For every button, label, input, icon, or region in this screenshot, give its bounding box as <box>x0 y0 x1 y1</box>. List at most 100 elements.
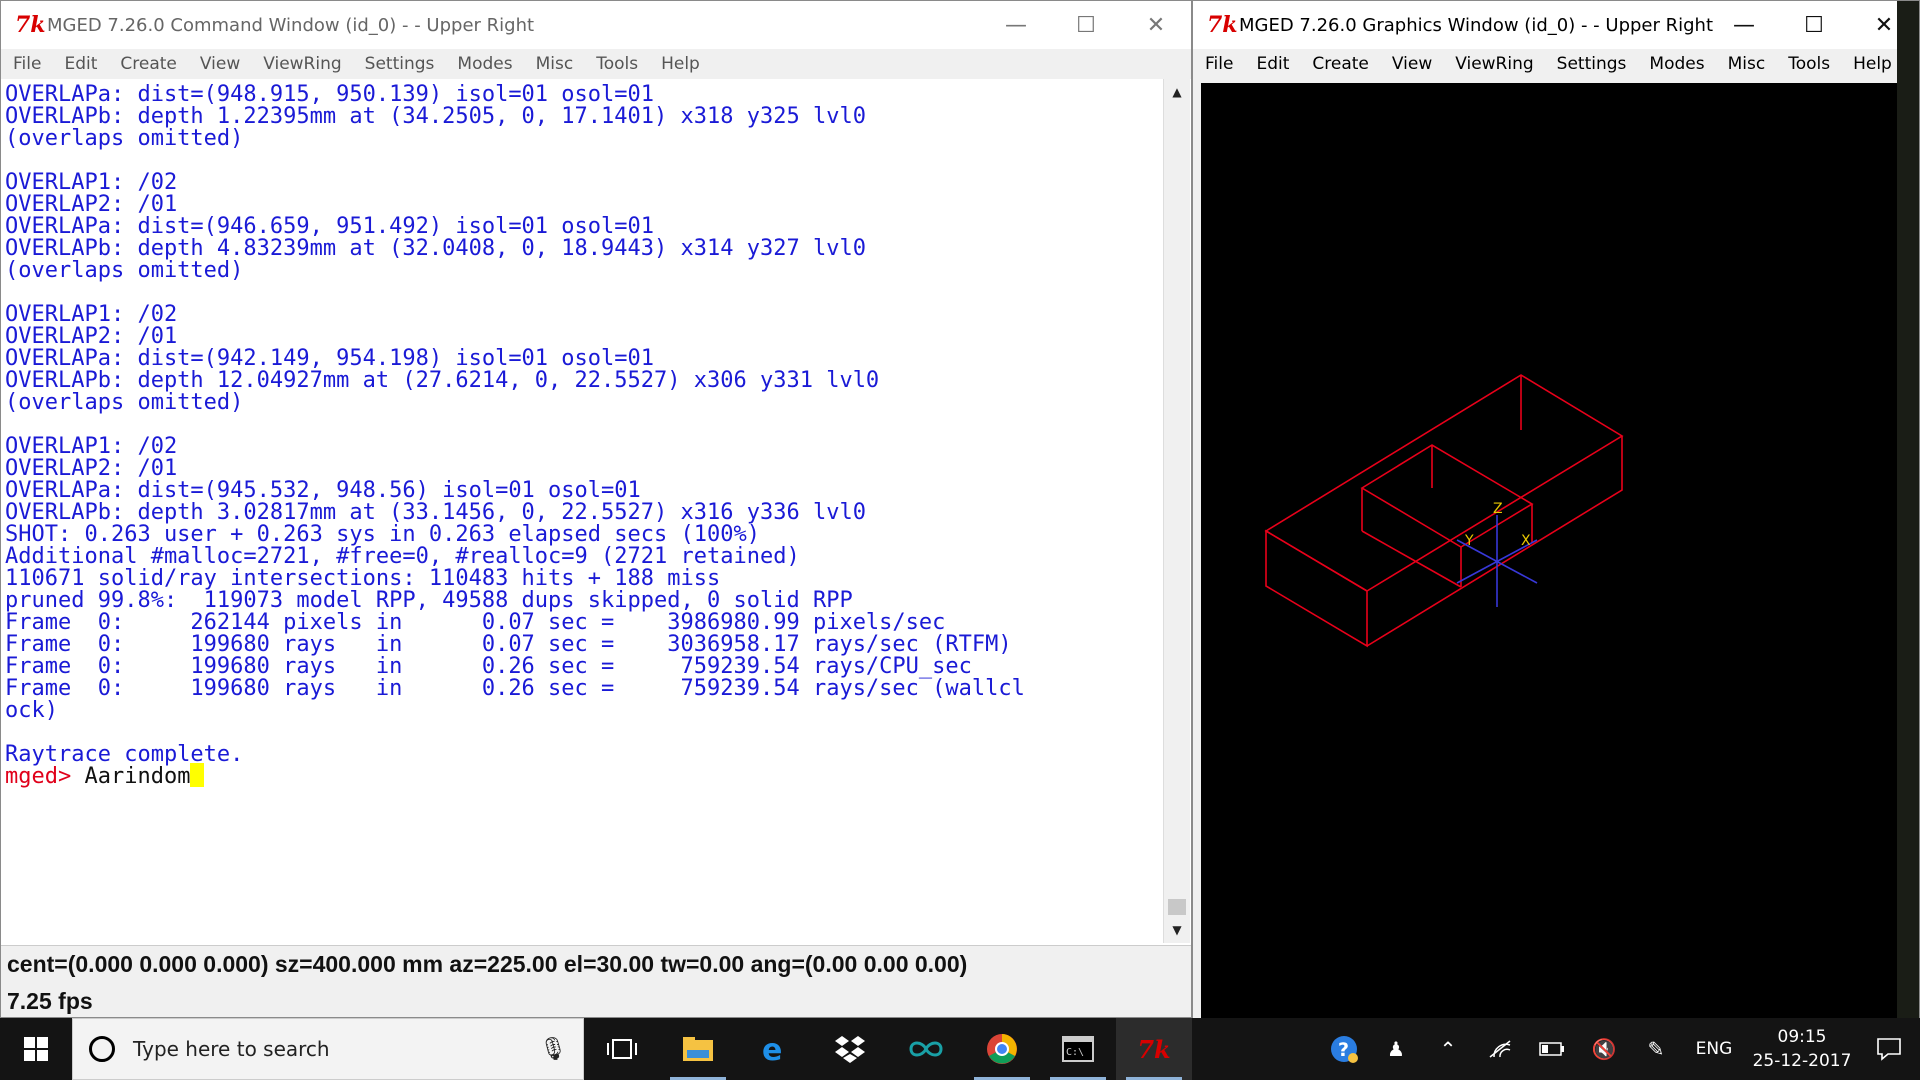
view-status-line: cent=(0.000 0.000 0.000) sz=400.000 mm a… <box>1 945 1191 983</box>
menu-misc[interactable]: Misc <box>1728 54 1766 74</box>
chrome-icon <box>987 1034 1017 1064</box>
pen-workspace-icon[interactable]: ✎ <box>1630 1018 1682 1080</box>
tk-logo-icon: 7k <box>15 12 46 38</box>
close-button[interactable]: ✕ <box>1121 1 1191 49</box>
console-line: Raytrace complete. <box>5 742 244 767</box>
graphics-window-titlebar[interactable]: 7k MGED 7.26.0 Graphics Window (id_0) - … <box>1193 1 1919 49</box>
command-line[interactable]: mged> Aarindom <box>5 763 1161 790</box>
notification-icon <box>1877 1038 1901 1061</box>
dropbox-icon <box>835 1036 865 1063</box>
text-cursor <box>190 763 205 787</box>
clock-time: 09:15 <box>1777 1027 1827 1047</box>
wifi-icon[interactable] <box>1474 1018 1526 1080</box>
menu-edit[interactable]: Edit <box>64 54 97 74</box>
menu-help[interactable]: Help <box>1853 54 1892 74</box>
menu-tools[interactable]: Tools <box>596 54 638 74</box>
taskbar-dropbox[interactable] <box>812 1018 888 1080</box>
console-line: OVERLAPb: depth 12.04927mm at (27.6214, … <box>5 368 880 393</box>
menu-file[interactable]: File <box>1205 54 1233 74</box>
menu-tools[interactable]: Tools <box>1788 54 1830 74</box>
battery-level-icon <box>1539 1042 1564 1056</box>
scroll-thumb[interactable] <box>1168 899 1186 915</box>
svg-text:e: e <box>762 1034 782 1064</box>
minimize-button[interactable]: — <box>1709 1 1779 49</box>
help-circle-icon: ? <box>1331 1036 1358 1063</box>
box1-top-face <box>1264 374 1624 592</box>
menu-view[interactable]: View <box>1392 54 1432 74</box>
z-axis-label: Z <box>1493 501 1503 517</box>
menu-viewring[interactable]: ViewRing <box>263 54 341 74</box>
menu-create[interactable]: Create <box>120 54 177 74</box>
taskbar-terminal[interactable]: C:\ <box>1040 1018 1116 1080</box>
menu-modes[interactable]: Modes <box>1649 54 1704 74</box>
svg-text:?: ? <box>1338 1039 1349 1061</box>
graphics-viewport[interactable]: Z Y X <box>1201 83 1907 1023</box>
microphone-icon[interactable]: 🎙 <box>539 1037 567 1062</box>
taskbar-clock[interactable]: 09:15 25-12-2017 <box>1746 1025 1858 1073</box>
taskbar-file-explorer[interactable] <box>660 1018 736 1080</box>
taskbar-search-box[interactable]: Type here to search 🎙 <box>72 1018 584 1080</box>
taskbar: Type here to search 🎙 e C:\ 7k ? ♟ ⌃ 🔇 ✎… <box>0 1018 1920 1080</box>
box2-top-face <box>1360 444 1534 548</box>
action-center-button[interactable] <box>1858 1018 1920 1080</box>
fps-status-line: 7.25 fps <box>1 983 1191 1017</box>
menu-help[interactable]: Help <box>661 54 700 74</box>
taskbar-edge[interactable]: e <box>736 1018 812 1080</box>
command-window: 7k MGED 7.26.0 Command Window (id_0) - -… <box>0 0 1192 1018</box>
mged-prompt: mged> <box>5 764 72 789</box>
menu-settings[interactable]: Settings <box>1557 54 1627 74</box>
box2-bottom-edge <box>1361 530 1462 588</box>
minimize-button[interactable]: — <box>981 1 1051 49</box>
task-view-icon <box>607 1039 637 1059</box>
menu-viewring[interactable]: ViewRing <box>1455 54 1533 74</box>
command-input[interactable]: Aarindom <box>84 764 190 789</box>
taskbar-chrome[interactable] <box>964 1018 1040 1080</box>
scroll-down-arrow-icon[interactable]: ▼ <box>1164 917 1190 943</box>
menu-settings[interactable]: Settings <box>365 54 435 74</box>
input-language[interactable]: ENG <box>1682 1039 1746 1059</box>
console-line: OVERLAP2: /01 <box>5 456 178 481</box>
help-tray-icon[interactable]: ? <box>1318 1018 1370 1080</box>
console-line: OVERLAPa: dist=(945.532, 948.56) isol=01… <box>5 478 641 503</box>
menu-view[interactable]: View <box>200 54 240 74</box>
console-line: OVERLAP2: /01 <box>5 192 178 217</box>
command-window-menubar: File Edit Create View ViewRing Settings … <box>1 49 1191 79</box>
console-line: OVERLAP2: /01 <box>5 324 178 349</box>
menu-file[interactable]: File <box>13 54 41 74</box>
y-axis-label: Y <box>1464 533 1474 549</box>
menu-misc[interactable]: Misc <box>536 54 574 74</box>
maximize-button[interactable]: ☐ <box>1051 1 1121 49</box>
console-line: pruned 99.8%: 119073 model RPP, 49588 du… <box>5 588 853 613</box>
start-button[interactable] <box>0 1018 72 1080</box>
console-scrollbar[interactable]: ▲ ▼ <box>1163 79 1190 943</box>
infinity-icon <box>909 1041 943 1057</box>
system-tray: ? ♟ ⌃ 🔇 ✎ ENG 09:15 25-12-2017 <box>1318 1018 1920 1080</box>
cortana-icon <box>89 1036 115 1062</box>
console-output[interactable]: OVERLAPa: dist=(948.915, 950.139) isol=0… <box>5 81 1161 941</box>
taskbar-mged[interactable]: 7k <box>1116 1018 1192 1080</box>
show-hidden-icons-chevron-icon[interactable]: ⌃ <box>1422 1018 1474 1080</box>
folder-icon <box>683 1037 713 1061</box>
search-placeholder: Type here to search <box>133 1037 330 1061</box>
battery-icon[interactable] <box>1526 1018 1578 1080</box>
console-line: OVERLAPb: depth 1.22395mm at (34.2505, 0… <box>5 104 866 129</box>
background-desktop-strip <box>1897 1 1919 1019</box>
console-line: SHOT: 0.263 user + 0.263 sys in 0.263 el… <box>5 522 760 547</box>
menu-modes[interactable]: Modes <box>457 54 512 74</box>
taskbar-arduino[interactable] <box>888 1018 964 1080</box>
people-icon[interactable]: ♟ <box>1370 1018 1422 1080</box>
menu-create[interactable]: Create <box>1312 54 1369 74</box>
menu-edit[interactable]: Edit <box>1256 54 1289 74</box>
console-line: Frame 0: 199680 rays in 0.26 sec = 75923… <box>5 676 1025 701</box>
console-line: OVERLAPa: dist=(946.659, 951.492) isol=0… <box>5 214 655 239</box>
console-line: Frame 0: 199680 rays in 0.07 sec = 30369… <box>5 632 1012 657</box>
task-view-button[interactable] <box>584 1018 660 1080</box>
volume-muted-icon[interactable]: 🔇 <box>1578 1018 1630 1080</box>
command-window-titlebar[interactable]: 7k MGED 7.26.0 Command Window (id_0) - -… <box>1 1 1191 49</box>
graphics-window-title: MGED 7.26.0 Graphics Window (id_0) - - U… <box>1239 14 1714 36</box>
scroll-up-arrow-icon[interactable]: ▲ <box>1164 79 1190 105</box>
console-line: OVERLAPb: depth 3.02817mm at (33.1456, 0… <box>5 500 866 525</box>
box1-right-edges <box>1366 436 1623 647</box>
terminal-icon: C:\ <box>1062 1036 1094 1062</box>
maximize-button[interactable]: ☐ <box>1779 1 1849 49</box>
